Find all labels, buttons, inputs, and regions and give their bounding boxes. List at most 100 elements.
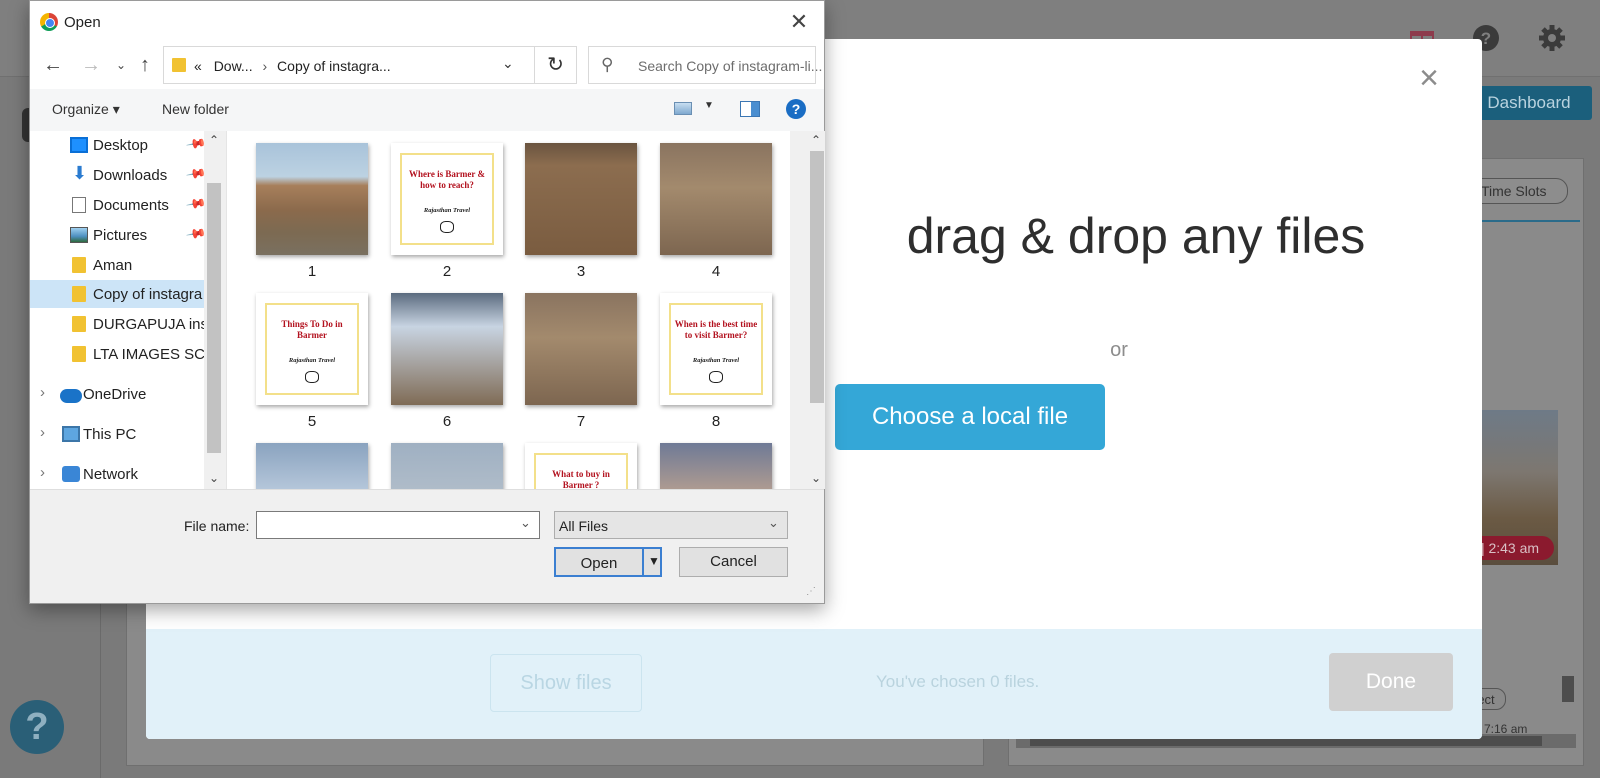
search-icon: ⚲ xyxy=(601,55,614,74)
card-title: Where is Barmer & how to reach? xyxy=(409,169,485,190)
tree-item-onedrive[interactable]: › OneDrive xyxy=(30,380,224,408)
tree-item-pictures[interactable]: Pictures 📌 xyxy=(30,221,224,249)
file-thumbnail[interactable] xyxy=(256,443,368,489)
file-thumbnail[interactable] xyxy=(391,443,503,489)
refresh-icon[interactable]: ↻ xyxy=(535,46,577,84)
scrollbar-thumb[interactable] xyxy=(207,183,221,453)
navigation-pane: Desktop 📌 ⬇ Downloads 📌 Documents 📌 Pict… xyxy=(30,131,224,489)
chevron-down-icon[interactable]: ⌄ xyxy=(520,515,531,531)
scroll-down-icon[interactable]: ⌄ xyxy=(807,471,825,485)
or-separator: or xyxy=(1110,339,1128,361)
tree-item-label: Desktop xyxy=(93,137,149,154)
file-type-select[interactable]: All Files xyxy=(554,511,788,539)
file-thumbnail[interactable]: Things To Do in Barmer Rajasthan Travel xyxy=(256,293,368,405)
address-bar[interactable]: « Dow... › Copy of instagra... ⌄ xyxy=(163,46,535,84)
chevron-right-icon[interactable]: › xyxy=(40,464,45,481)
tree-item-documents[interactable]: Documents 📌 xyxy=(30,191,224,219)
tree-item-network[interactable]: › Network xyxy=(30,460,224,488)
tree-item-copy-of-instagram[interactable]: Copy of instagra xyxy=(30,280,224,308)
search-input[interactable]: ⚲ Search Copy of instagram-li... xyxy=(588,46,822,84)
tree-item-lta-images[interactable]: LTA IMAGES SCR xyxy=(30,340,224,368)
logo-icon xyxy=(440,221,454,233)
dropdown-arrow-icon[interactable]: ▼ xyxy=(648,554,660,568)
folder-icon xyxy=(172,58,186,72)
gear-icon[interactable] xyxy=(1534,20,1570,56)
file-label: 1 xyxy=(307,263,317,280)
resize-grip-icon[interactable]: ⋰ xyxy=(806,586,816,597)
chevron-down-icon[interactable]: ⌄ xyxy=(502,55,514,72)
chevron-right-icon[interactable]: › xyxy=(40,384,45,401)
download-icon: ⬇ xyxy=(72,163,88,183)
tree-item-label: Aman xyxy=(93,257,133,274)
tree-item-label: OneDrive xyxy=(83,386,147,403)
file-thumbnail[interactable] xyxy=(660,143,772,255)
file-label: 8 xyxy=(711,413,721,430)
open-button[interactable]: Open ▼ xyxy=(554,547,662,577)
file-thumbnail[interactable]: What to buy in Barmer ? xyxy=(525,443,637,489)
card-title: What to buy in Barmer ? xyxy=(552,469,610,489)
file-thumbnail[interactable] xyxy=(525,293,637,405)
documents-icon xyxy=(72,197,86,213)
up-arrow-icon[interactable]: ↑ xyxy=(132,52,158,78)
show-files-button[interactable]: Show files xyxy=(490,654,642,712)
logo-icon xyxy=(305,371,319,383)
change-view-icon[interactable] xyxy=(674,102,692,115)
open-button-label: Open xyxy=(580,555,618,572)
file-list: 1 Where is Barmer & how to reach? Rajast… xyxy=(226,131,790,489)
tree-item-label: Downloads xyxy=(93,167,168,184)
back-arrow-icon[interactable]: ← xyxy=(40,52,66,78)
card-subtitle: Rajasthan Travel xyxy=(692,357,740,364)
folder-icon xyxy=(72,257,86,273)
split-divider xyxy=(642,549,644,575)
scroll-down-icon[interactable]: ⌄ xyxy=(204,471,224,485)
chevron-right-icon[interactable]: › xyxy=(40,424,45,441)
preview-pane-icon[interactable] xyxy=(740,101,760,117)
help-icon[interactable]: ? xyxy=(786,99,806,119)
logo-icon xyxy=(709,371,723,383)
breadcrumb-current-folder[interactable]: Copy of instagra... xyxy=(277,58,391,74)
tree-item-aman[interactable]: Aman xyxy=(30,251,224,279)
dropzone-title: drag & drop any files xyxy=(906,208,1366,264)
file-thumbnail[interactable]: Where is Barmer & how to reach? Rajastha… xyxy=(391,143,503,255)
tree-item-label: DURGAPUJA inst xyxy=(93,316,213,333)
tree-item-label: Pictures xyxy=(93,227,148,244)
file-thumbnail[interactable] xyxy=(391,293,503,405)
vertical-scrollbar[interactable] xyxy=(1562,676,1574,702)
close-icon[interactable]: ✕ xyxy=(784,7,814,37)
search-placeholder: Search Copy of instagram-li... xyxy=(638,58,823,74)
organize-menu[interactable]: Organize ▾ xyxy=(52,101,120,118)
tree-item-this-pc[interactable]: › This PC xyxy=(30,420,224,448)
file-thumbnail[interactable]: When is the best time to visit Barmer? R… xyxy=(660,293,772,405)
file-thumbnail[interactable] xyxy=(256,143,368,255)
close-icon[interactable]: × xyxy=(1414,61,1444,95)
scroll-up-icon[interactable]: ⌃ xyxy=(204,133,224,147)
scroll-up-icon[interactable]: ⌃ xyxy=(807,133,825,147)
file-thumbnail[interactable] xyxy=(525,143,637,255)
chevron-down-icon[interactable]: ⌄ xyxy=(768,515,779,531)
cancel-button[interactable]: Cancel xyxy=(679,547,788,577)
choose-local-file-button[interactable]: Choose a local file xyxy=(835,384,1105,450)
forward-arrow-icon[interactable]: → xyxy=(78,52,104,78)
dashboard-button[interactable]: Dashboard xyxy=(1466,86,1592,120)
file-name-input[interactable] xyxy=(256,511,540,539)
recent-locations-chevron-icon[interactable]: ⌄ xyxy=(108,52,134,78)
help-bubble-button[interactable]: ? xyxy=(10,700,64,754)
navigation-scrollbar[interactable]: ⌃ ⌄ xyxy=(204,131,224,489)
tree-item-desktop[interactable]: Desktop 📌 xyxy=(30,131,224,159)
file-thumbnail[interactable] xyxy=(660,443,772,489)
tree-item-durgapuja[interactable]: DURGAPUJA inst xyxy=(30,310,224,338)
scrollbar-thumb[interactable] xyxy=(810,151,824,403)
file-label: 7 xyxy=(576,413,586,430)
file-list-scrollbar[interactable]: ⌃ ⌄ xyxy=(807,131,825,489)
svg-text:?: ? xyxy=(1481,29,1491,48)
tree-item-downloads[interactable]: ⬇ Downloads 📌 xyxy=(30,161,224,189)
new-folder-button[interactable]: New folder xyxy=(162,101,229,117)
breadcrumb-downloads[interactable]: Dow... xyxy=(214,58,253,74)
breadcrumb-overflow[interactable]: « xyxy=(194,58,202,74)
done-button[interactable]: Done xyxy=(1329,653,1453,711)
folder-icon xyxy=(72,286,86,302)
tree-item-label: Documents xyxy=(93,197,169,214)
network-icon xyxy=(62,466,80,482)
view-dropdown-icon[interactable]: ▼ xyxy=(704,100,714,111)
open-file-dialog: Open ✕ ← → ⌄ ↑ « Dow... › Copy of instag… xyxy=(29,0,825,604)
